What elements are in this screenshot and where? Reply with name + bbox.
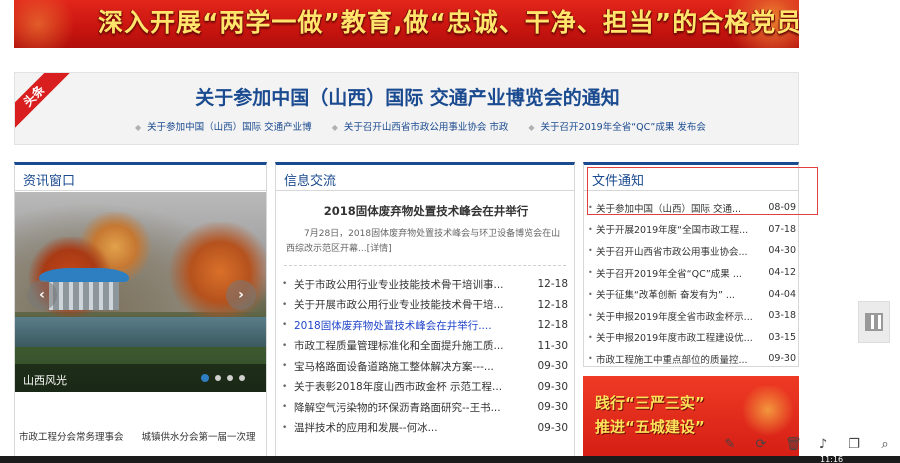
panel-title[interactable]: 信息交流 — [284, 170, 336, 189]
qr-code-icon — [865, 313, 883, 331]
divider — [284, 265, 566, 266]
headline-box: 头条 关于参加中国（山西）国际 交通产业博览会的通知 ◆ 关于参加中国（山西）国际… — [14, 72, 799, 145]
banner-decoration-left — [14, 0, 94, 48]
slide-dot-3[interactable] — [227, 375, 233, 381]
headline-link-1[interactable]: ◆ 关于参加中国（山西）国际 交通产业博 — [135, 119, 312, 133]
bullet-icon: • — [588, 332, 593, 342]
image-slideshow[interactable]: 山西风光 ‹ › — [15, 192, 266, 392]
bullet-icon: • — [588, 311, 593, 321]
bullet-icon: • — [282, 340, 288, 351]
list-item[interactable]: • 关于开展市政公用行业专业技能技术骨干培... 12-18 — [282, 295, 568, 316]
window-icon[interactable]: ❐ — [847, 437, 861, 452]
refresh-icon[interactable]: ⟳ — [754, 437, 768, 452]
bullet-icon: • — [282, 299, 288, 310]
list-item[interactable]: • 关于召开山西省市政公用事业协会... 04-30 — [588, 240, 796, 262]
feature-description[interactable]: 7月28日，2018固体废弃物处置技术峰会与环卫设备博览会在山西综改示范区开幕.… — [286, 227, 568, 257]
promo-line-2: 推进“五城建设” — [595, 418, 705, 436]
list-item[interactable]: • 关于召开2019年全省“QC”成果 ... 04-12 — [588, 262, 796, 284]
slide-dot-2[interactable] — [215, 375, 221, 381]
list-item[interactable]: • 关于申报2019年度全省市政金杯示... 03-18 — [588, 305, 796, 327]
headline-links: ◆ 关于参加中国（山西）国际 交通产业博 ◆ 关于召开山西省市政公用事业协会 市政 … — [135, 119, 706, 133]
bullet-icon: • — [282, 279, 288, 290]
info-list: • 关于市政公用行业专业技能技术骨干培训事... 12-18 • 关于开展市政公用行业… — [282, 274, 568, 438]
banner-slogan: 深入开展“两学一做”教育,做“忠诚、干净、担当”的合格党员 — [98, 8, 799, 37]
panel-header: 资讯窗口 — [15, 165, 266, 191]
list-item[interactable]: • 降解空气污染物的环保沥青路面研究--王书... 09-30 — [282, 397, 568, 418]
list-item[interactable]: • 关于征集“改革创新 奋发有为” ... 04-04 — [588, 283, 796, 305]
bullet-icon: • — [588, 289, 593, 299]
info-window-panel: 资讯窗口 山西风光 ‹ › 市政工程分会常务理事会 城镇供水分会第一届一次理 — [14, 162, 267, 463]
headline-link-3[interactable]: ◆ 关于召开2019年全省“QC”成果 发布会 — [528, 119, 705, 133]
system-clock: 11:16 — [820, 455, 844, 463]
list-item[interactable]: • 关于市政公用行业专业技能技术骨干培训事... 12-18 — [282, 274, 568, 295]
slide-tree — [165, 222, 266, 322]
slide-pagination — [201, 374, 245, 382]
speaker-icon[interactable]: ♪ — [816, 437, 830, 452]
list-item[interactable]: • 关于表彰2018年度山西市政金杯 示范工程... 09-30 — [282, 377, 568, 398]
toolbar-icons: ✎ ⟳ 🗑 ♪ ❐ ⌕ — [723, 437, 892, 452]
slide-water — [15, 317, 266, 347]
slide-pavilion-roof — [39, 268, 129, 282]
panel-title[interactable]: 资讯窗口 — [23, 170, 75, 189]
list-item[interactable]: • 市政工程质量管理标准化和全面提升施工质... 11-30 — [282, 336, 568, 357]
list-item[interactable]: • 关于申报2019年度市政工程建设优... 03-15 — [588, 327, 796, 349]
list-item[interactable]: • 宝马格路面设备道路施工整体解决方案---... 09-30 — [282, 356, 568, 377]
slide-dot-4[interactable] — [239, 375, 245, 381]
bullet-icon: • — [282, 320, 288, 331]
slide-dot-1[interactable] — [201, 374, 209, 382]
search-icon[interactable]: ⌕ — [878, 437, 892, 452]
document-notice-panel: 文件通知 • 关于参加中国（山西）国际 交通... 08-09 • 关于开展2019年… — [583, 162, 799, 367]
panel-header: 文件通知 — [584, 165, 798, 191]
chevron-right-icon[interactable]: › — [226, 280, 256, 310]
qr-code-button[interactable] — [858, 301, 890, 343]
bullet-icon: • — [282, 361, 288, 372]
list-item[interactable]: • 关于开展2019年度“全国市政工程... 07-18 — [588, 219, 796, 241]
bullet-icon: • — [282, 402, 288, 413]
bullet-icon: ◆ — [331, 123, 338, 132]
bullet-icon: ◆ — [528, 123, 535, 132]
feature-title[interactable]: 2018固体废弃物处置技术峰会在井举行 — [276, 203, 576, 219]
headline-link-2[interactable]: ◆ 关于召开山西省市政公用事业协会 市政 — [332, 119, 509, 133]
bullet-icon: • — [588, 354, 593, 364]
list-item[interactable]: • 市政工程施工中重点部位的质量控... 09-30 — [588, 348, 796, 370]
bullet-icon: • — [282, 422, 288, 433]
os-taskbar — [0, 456, 900, 463]
trash-icon[interactable]: 🗑 — [785, 437, 802, 452]
bullet-icon: • — [588, 246, 593, 256]
info-exchange-panel: 信息交流 2018固体废弃物处置技术峰会在井举行 7月28日，2018固体废弃物… — [275, 162, 575, 463]
list-item[interactable]: • 关于参加中国（山西）国际 交通... 08-09 — [588, 197, 796, 219]
slide-caption[interactable]: 山西风光 — [23, 372, 67, 388]
broom-icon[interactable]: ✎ — [723, 437, 737, 452]
bullet-icon: ◆ — [135, 123, 142, 132]
slide-pavilion-body — [49, 282, 119, 310]
notice-list: • 关于参加中国（山西）国际 交通... 08-09 • 关于开展2019年度“全国市… — [588, 197, 796, 370]
list-item[interactable]: • 2018固体废弃物处置技术峰会在井举行.... 12-18 — [282, 315, 568, 336]
bullet-icon: • — [588, 224, 593, 234]
bullet-icon: • — [588, 203, 593, 213]
panel-title[interactable]: 文件通知 — [592, 170, 644, 189]
top-banner[interactable]: 深入开展“两学一做”教育,做“忠诚、干净、担当”的合格党员 — [14, 0, 799, 48]
bullet-icon: • — [282, 381, 288, 392]
panel-header: 信息交流 — [276, 165, 574, 191]
promo-line-1: 践行“三严三实” — [595, 394, 705, 412]
headline-title[interactable]: 关于参加中国（山西）国际 交通产业博览会的通知 — [15, 83, 798, 110]
chevron-left-icon[interactable]: ‹ — [27, 280, 57, 310]
bullet-icon: • — [588, 268, 593, 278]
